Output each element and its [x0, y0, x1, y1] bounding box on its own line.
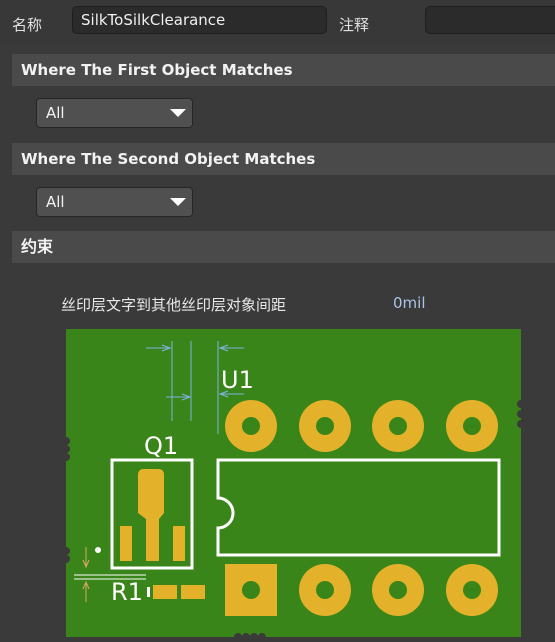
r1-label: R1	[111, 578, 143, 606]
constraints-section-header[interactable]: 约束	[12, 231, 555, 263]
comment-label: 注释	[339, 16, 370, 34]
u1-label: U1	[221, 366, 254, 394]
silk-clearance-diagram: U1 Q1 R1	[66, 329, 521, 637]
chevron-down-icon	[170, 198, 186, 206]
r1-pad	[181, 585, 205, 599]
r1-pad	[153, 585, 177, 599]
silk-clearance-rule-label: 丝印层文字到其他丝印层对象间距	[61, 296, 287, 314]
q1-pad	[146, 526, 159, 561]
first-object-dropdown[interactable]: All	[36, 98, 193, 128]
second-object-dropdown[interactable]: All	[36, 187, 193, 217]
q1-pad	[173, 526, 185, 561]
silk-clearance-value[interactable]: 0mil	[393, 294, 426, 312]
second-object-dropdown-value: All	[46, 193, 65, 211]
r1-silk-mark	[147, 587, 150, 597]
name-field[interactable]: SilkToSilkClearance	[72, 6, 327, 34]
q1-pin1-dot	[95, 547, 101, 553]
first-object-section-header[interactable]: Where The First Object Matches	[12, 54, 555, 86]
second-object-section-header[interactable]: Where The Second Object Matches	[12, 143, 555, 175]
chevron-down-icon	[170, 109, 186, 117]
q1-pad	[120, 526, 132, 561]
first-object-dropdown-value: All	[46, 104, 65, 122]
name-label: 名称	[12, 16, 43, 34]
q1-label: Q1	[144, 432, 178, 460]
comment-field[interactable]	[425, 6, 555, 34]
